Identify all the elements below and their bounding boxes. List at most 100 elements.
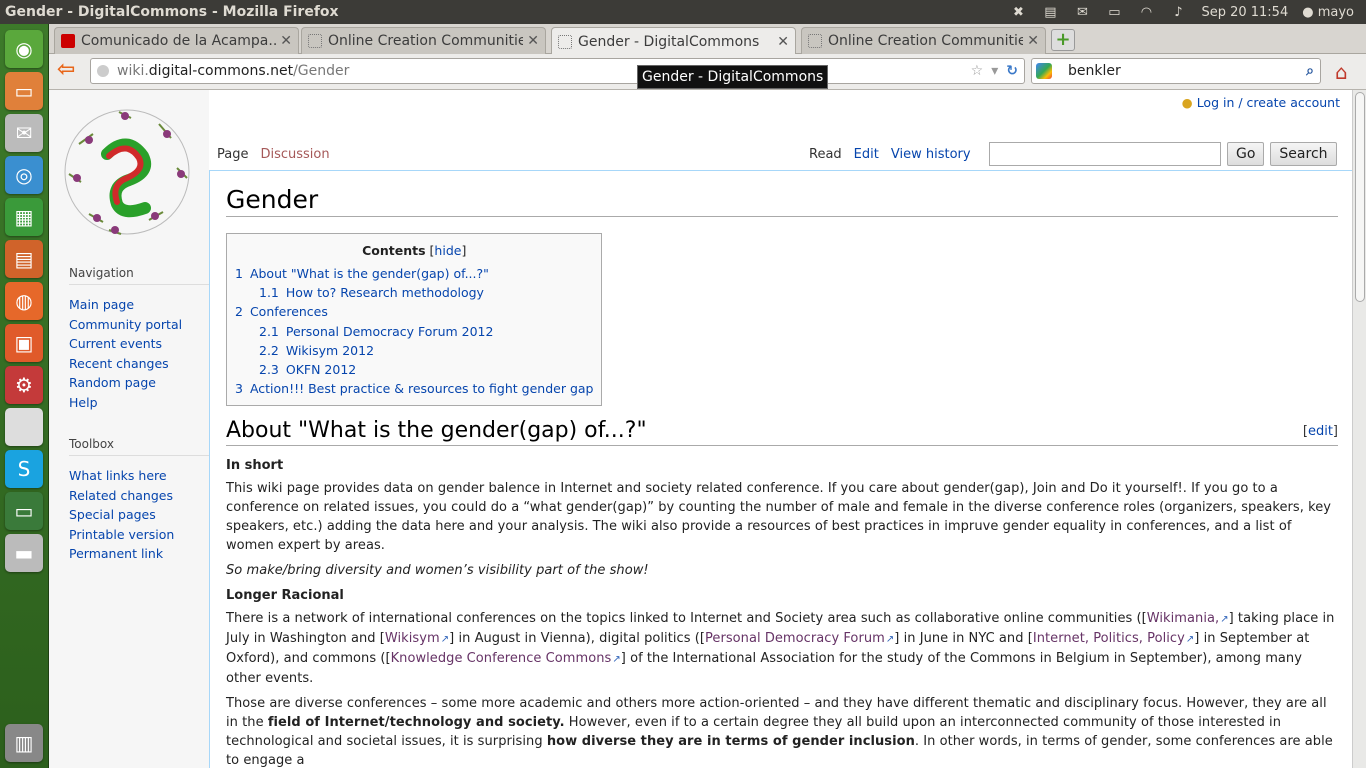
battery-icon[interactable]: ▭ <box>1105 5 1123 20</box>
toc-item[interactable]: 2.1 Personal Democracy Forum 2012 <box>235 322 593 341</box>
site-logo[interactable] <box>59 104 195 240</box>
dropbox-icon[interactable]: ✖ <box>1009 5 1027 20</box>
tab-edit[interactable]: Edit <box>852 135 883 171</box>
search-magnifier-icon[interactable]: ⌕ <box>1306 63 1320 79</box>
disk-icon[interactable]: ▬ <box>5 534 43 572</box>
monitor-icon[interactable]: ▭ <box>5 492 43 530</box>
tool-permanent-link[interactable]: Permanent link <box>69 544 209 564</box>
link-knowledge-conference-commons[interactable]: Knowledge Conference Commons <box>391 651 621 666</box>
page-icon <box>308 34 322 48</box>
wifi-icon[interactable]: ◠ <box>1137 5 1155 20</box>
tab-gender[interactable]: Gender - DigitalCommons ✕ <box>551 27 796 55</box>
scrollbar-thumb[interactable] <box>1355 92 1365 302</box>
nav-recent-changes[interactable]: Recent changes <box>69 354 209 374</box>
search-bar[interactable]: benkler ⌕ <box>1031 58 1321 84</box>
page-content: Navigation Main page Community portal Cu… <box>49 90 1352 768</box>
close-icon[interactable]: ✕ <box>1027 33 1039 49</box>
longer-heading: Longer Racional <box>226 588 344 604</box>
user-icon: ● <box>1181 95 1193 110</box>
tab-read[interactable]: Read <box>807 135 846 171</box>
paragraph: This wiki page provides data on gender b… <box>226 481 1332 554</box>
in-short-heading: In short <box>226 458 284 474</box>
nav-help[interactable]: Help <box>69 393 209 413</box>
close-icon[interactable]: ✕ <box>280 33 292 49</box>
tab-page[interactable]: Page <box>215 135 252 171</box>
page-icon <box>558 34 572 49</box>
toc-item[interactable]: 2.2 Wikisym 2012 <box>235 341 593 360</box>
paragraph: There is a network of international conf… <box>226 609 1338 688</box>
toc-item[interactable]: 2.3 OKFN 2012 <box>235 360 593 379</box>
site-identity-icon[interactable] <box>97 65 109 77</box>
tool-special-pages[interactable]: Special pages <box>69 505 209 525</box>
tool-what-links-here[interactable]: What links here <box>69 466 209 486</box>
vertical-scrollbar[interactable] <box>1352 90 1366 768</box>
user-icon: ● <box>1302 4 1314 20</box>
nav-community-portal[interactable]: Community portal <box>69 315 209 335</box>
files-icon[interactable]: ▭ <box>5 72 43 110</box>
trash-icon[interactable]: ▥ <box>5 724 43 762</box>
paragraph: Those are diverse conferences – some mor… <box>226 696 1333 768</box>
wiki-search-input[interactable] <box>989 142 1221 166</box>
new-tab-button[interactable]: + <box>1051 29 1075 51</box>
close-icon[interactable]: ✕ <box>777 34 789 50</box>
back-button[interactable]: ⇦ <box>57 59 79 82</box>
tool-printable-version[interactable]: Printable version <box>69 525 209 545</box>
printer-icon[interactable]: ▤ <box>1041 5 1059 20</box>
window-title: Gender - DigitalCommons - Mozilla Firefo… <box>5 4 339 20</box>
paragraph: So make/bring diversity and women’s visi… <box>226 563 649 579</box>
search-input[interactable]: benkler <box>1068 63 1121 79</box>
tab-bar: Comunicado de la Acampa... ✕ Online Crea… <box>49 24 1366 55</box>
dropdown-arrow-icon[interactable]: ▾ <box>991 63 998 79</box>
tab-online-creation-2[interactable]: Online Creation Communities ✕ <box>801 27 1046 54</box>
tab-comunicado[interactable]: Comunicado de la Acampa... ✕ <box>54 27 299 54</box>
nav-current-events[interactable]: Current events <box>69 334 209 354</box>
volume-icon[interactable]: ♪ <box>1169 5 1187 20</box>
top-panel: Gender - DigitalCommons - Mozilla Firefo… <box>0 0 1366 24</box>
toc-hide-link[interactable]: hide <box>434 243 461 258</box>
chromium-icon[interactable]: ◎ <box>5 156 43 194</box>
toc-item[interactable]: 3 Action!!! Best practice & resources to… <box>235 379 593 398</box>
tab-view-history[interactable]: View history <box>889 135 975 171</box>
settings-icon[interactable]: ⚙ <box>5 366 43 404</box>
link-internet-politics-policy[interactable]: Internet, Politics, Policy <box>1033 631 1194 646</box>
search-button[interactable]: Search <box>1270 142 1337 166</box>
namespace-tabs: Page Discussion <box>215 135 340 171</box>
nav-main-page[interactable]: Main page <box>69 295 209 315</box>
skype-icon[interactable]: S <box>5 450 43 488</box>
user-menu[interactable]: ● mayo <box>1302 5 1354 20</box>
mail-app-icon[interactable]: ✉ <box>5 114 43 152</box>
mail-icon[interactable]: ✉ <box>1073 5 1091 20</box>
tab-discussion[interactable]: Discussion <box>258 135 333 171</box>
tool-related-changes[interactable]: Related changes <box>69 486 209 506</box>
toc-item[interactable]: 1 About "What is the gender(gap) of...?" <box>235 264 593 283</box>
table-of-contents: Contents [hide] 1 About "What is the gen… <box>226 233 603 407</box>
clock[interactable]: Sep 20 11:54 <box>1201 5 1288 20</box>
document-icon[interactable] <box>5 408 43 446</box>
toc-item[interactable]: 2 Conferences <box>235 302 593 321</box>
edit-link[interactable]: edit <box>1308 424 1333 439</box>
reload-icon[interactable]: ↻ <box>1006 63 1018 79</box>
bookmark-star-icon[interactable]: ☆ <box>971 63 984 79</box>
software-center-icon[interactable]: ▣ <box>5 324 43 362</box>
google-icon[interactable] <box>1036 63 1052 79</box>
close-icon[interactable]: ✕ <box>527 33 539 49</box>
dash-icon[interactable]: ◉ <box>5 30 43 68</box>
nav-random-page[interactable]: Random page <box>69 373 209 393</box>
url-bar[interactable]: wiki. digital-commons.net/Gender ☆ ▾ ↻ <box>90 58 1025 84</box>
spreadsheet-icon[interactable]: ▦ <box>5 198 43 236</box>
link-wikisym[interactable]: Wikisym <box>385 631 449 646</box>
login-link[interactable]: ● Log in / create account <box>1182 95 1340 110</box>
tab-online-creation-1[interactable]: Online Creation Communities ✕ <box>301 27 546 54</box>
presentation-icon[interactable]: ▤ <box>5 240 43 278</box>
page-icon <box>808 34 822 48</box>
firefox-icon[interactable]: ◍ <box>5 282 43 320</box>
toc-item[interactable]: 1.1 How to? Research methodology <box>235 283 593 302</box>
tab-tooltip: Gender - DigitalCommons <box>637 65 829 89</box>
home-icon[interactable]: ⌂ <box>1335 60 1348 84</box>
link-personal-democracy-forum[interactable]: Personal Democracy Forum <box>705 631 894 646</box>
section-edit: [edit] <box>1302 424 1338 440</box>
launcher: ◉ ▭ ✉ ◎ ▦ ▤ ◍ ▣ ⚙ S ▭ ▬ ▥ <box>0 24 49 768</box>
go-button[interactable]: Go <box>1227 142 1265 166</box>
link-wikimania[interactable]: Wikimania, <box>1147 611 1229 626</box>
toolbox-portal: Toolbox What links here Related changes … <box>69 437 209 564</box>
